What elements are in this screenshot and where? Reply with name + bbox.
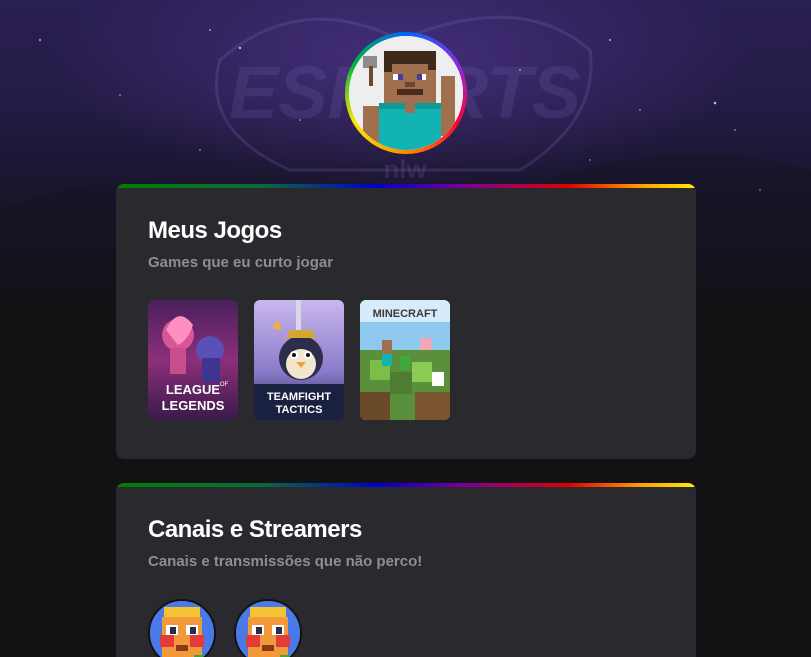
minecraft-cover-icon: MINECRAFT [360, 300, 450, 420]
svg-text:OF: OF [220, 382, 229, 388]
games-subtitle: Games que eu curto jogar [148, 254, 334, 271]
games-title: Meus Jogos [148, 217, 282, 244]
league-of-legends-cover-icon: LEAGUE OF LEGENDS [148, 300, 238, 420]
games-list: LEAGUE OF LEGENDS TEAMFIGHT TACTICS MINE… [148, 300, 450, 420]
streamer-avatar-1[interactable] [148, 599, 216, 657]
svg-text:LEAGUE: LEAGUE [166, 382, 221, 397]
game-minecraft[interactable]: MINECRAFT [360, 300, 450, 420]
streamer-avatar-2[interactable] [234, 599, 302, 657]
streamer-avatar-1-icon [150, 601, 214, 657]
svg-text:TEAMFIGHT: TEAMFIGHT [267, 391, 331, 403]
game-teamfight-tactics[interactable]: TEAMFIGHT TACTICS [254, 300, 344, 420]
profile-avatar[interactable] [345, 32, 467, 154]
streams-card: Canais e Streamers Canais e transmissões… [116, 483, 696, 657]
svg-text:MINECRAFT: MINECRAFT [373, 308, 438, 320]
game-league-of-legends[interactable]: LEAGUE OF LEGENDS [148, 300, 238, 420]
minecraft-steve-avatar-icon [349, 36, 463, 150]
teamfight-tactics-cover-icon: TEAMFIGHT TACTICS [254, 300, 344, 420]
streams-subtitle: Canais e transmissões que não perco! [148, 553, 423, 570]
svg-text:nlw: nlw [383, 154, 427, 184]
svg-text:LEGENDS: LEGENDS [162, 398, 225, 413]
games-card: Meus Jogos Games que eu curto jogar LEAG… [116, 184, 696, 459]
streamer-avatar-2-icon [236, 601, 300, 657]
streams-title: Canais e Streamers [148, 516, 362, 543]
streamers-list [148, 599, 302, 657]
svg-text:TACTICS: TACTICS [276, 404, 323, 416]
